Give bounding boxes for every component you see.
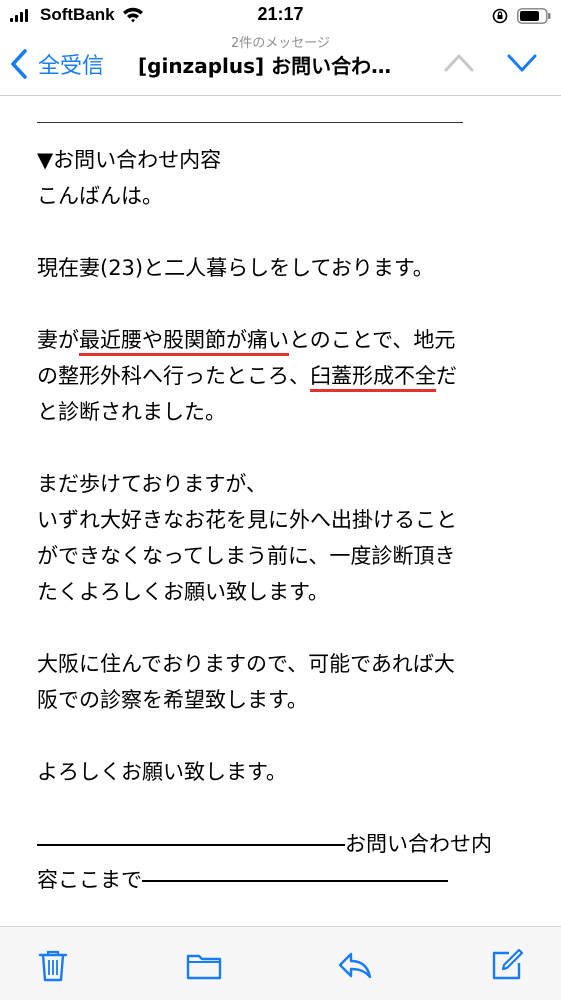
navigation-bar: 2件のメッセージ 全受信 [ginzaplus] お問い合わ… [0, 32, 561, 96]
request-line-2: いずれ大好きなお花を見に外へ出掛けること [37, 508, 457, 532]
reply-icon[interactable] [337, 947, 373, 983]
back-button[interactable]: 全受信 [8, 46, 104, 82]
symptom-line-1: 妻が最近腰や股関節が痛いとのことで、地元 [37, 322, 455, 358]
divider [37, 122, 463, 123]
family-line: 現在妻(23)と二人暮らしをしております。 [37, 256, 434, 280]
divider [142, 880, 448, 882]
bottom-toolbar [0, 926, 561, 1000]
request-line-1: まだ歩けておりますが、 [37, 472, 267, 496]
text-span: お問い合わせ内 [345, 832, 492, 856]
text-span: だ [436, 364, 457, 388]
location-line-1: 大阪に住んでおりますので、可能であれば大 [37, 652, 455, 676]
back-button-label: 全受信 [38, 54, 105, 79]
symptom-line-2: の整形外科へ行ったところ、臼蓋形成不全だ [37, 358, 457, 394]
closing-line: よろしくお願い致します。 [37, 760, 287, 784]
mail-body: ▼お問い合わせ内容 こんばんは。 現在妻(23)と二人暮らしをしております。 妻… [37, 96, 537, 926]
divider [37, 844, 345, 846]
folder-icon[interactable] [186, 947, 222, 983]
status-time: 21:17 [257, 4, 304, 24]
symptom-line-3: と診断されました。 [37, 400, 226, 424]
text-span: 容ここまで [37, 868, 142, 892]
section-heading: ▼お問い合わせ内容 [37, 148, 222, 172]
request-line-3: ができなくなってしまう前に、一度診断頂き [37, 544, 456, 568]
location-line-2: 阪での診察を希望致します。 [37, 688, 308, 712]
greeting: こんばんは。 [37, 184, 163, 208]
mail-subject: [ginzaplus] お問い合わ… [138, 54, 392, 78]
end-marker-line-2: 容ここまで [37, 862, 448, 898]
battery-icon [517, 8, 551, 24]
text-span: の整形外科へ行ったところ、 [37, 364, 310, 388]
next-message-button[interactable] [505, 48, 539, 78]
highlight-diagnosis: 臼蓋形成不全 [310, 364, 436, 392]
trash-icon[interactable] [35, 947, 71, 983]
chevron-left-icon [11, 49, 27, 79]
text-span: 妻が [37, 328, 79, 352]
highlight-symptom: 最近腰や股関節が痛い [79, 328, 289, 356]
compose-icon[interactable] [489, 947, 525, 983]
end-marker-line-1: お問い合わせ内 [37, 826, 492, 862]
orientation-lock-icon [492, 8, 508, 24]
status-bar: SoftBank 21:17 [0, 0, 561, 32]
previous-message-button[interactable] [442, 48, 476, 78]
request-line-4: たくよろしくお願い致します。 [37, 580, 329, 604]
text-span: とのことで、地元 [289, 328, 456, 352]
